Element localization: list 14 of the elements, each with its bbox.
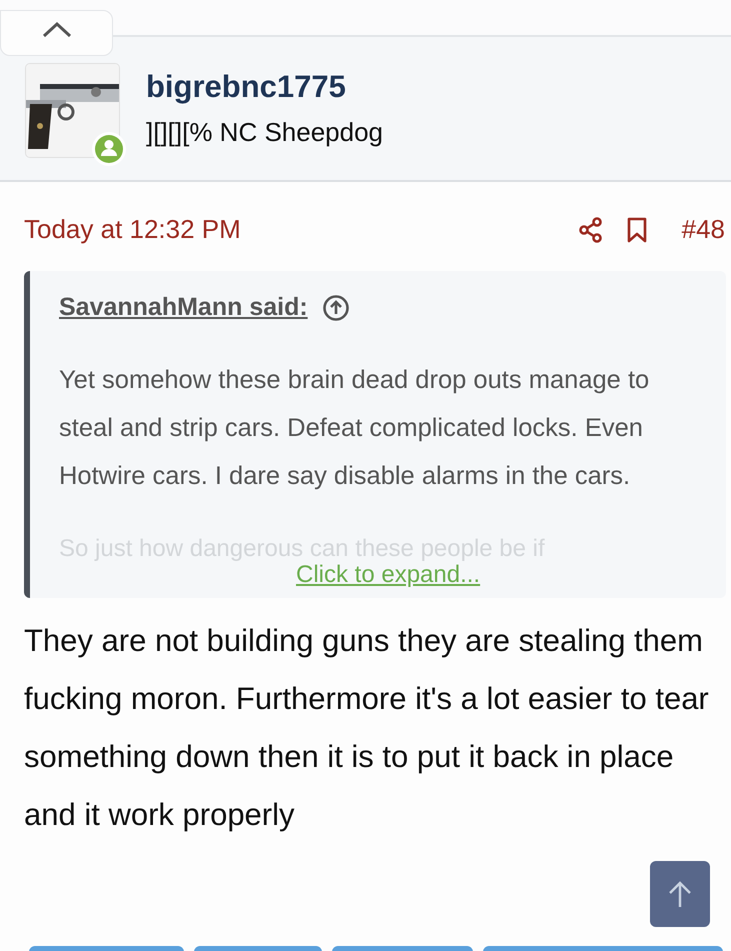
share-icon[interactable] <box>578 216 604 242</box>
post-text: They are not building guns they are stealing them fucking moron. Furthermore it's a lot easier to tear something down then it is to put it back in place and it work properly <box>24 622 710 834</box>
quote-author-link[interactable]: SavannahMann said: <box>59 293 308 322</box>
user-title: ][][][% NC Sheepdog <box>146 117 384 148</box>
quote-text: Yet somehow these brain dead drop outs manage to steal and strip cars. Defeat complicated locks. Even Hotwire cars. I dare say disable alarms in the cars. <box>59 365 650 492</box>
arrow-up-icon <box>667 879 693 909</box>
username-link[interactable]: bigrebnc1775 <box>146 69 384 105</box>
post-time-link[interactable]: Today at 12:32 PM <box>24 214 241 245</box>
chevron-up-icon <box>40 21 72 39</box>
scroll-to-top-button[interactable] <box>650 861 710 927</box>
collapse-tab[interactable] <box>0 10 113 56</box>
bookmark-icon[interactable] <box>626 216 648 242</box>
arrow-up-circle-icon[interactable] <box>322 294 350 322</box>
post-number-link[interactable]: #48 <box>682 214 725 245</box>
